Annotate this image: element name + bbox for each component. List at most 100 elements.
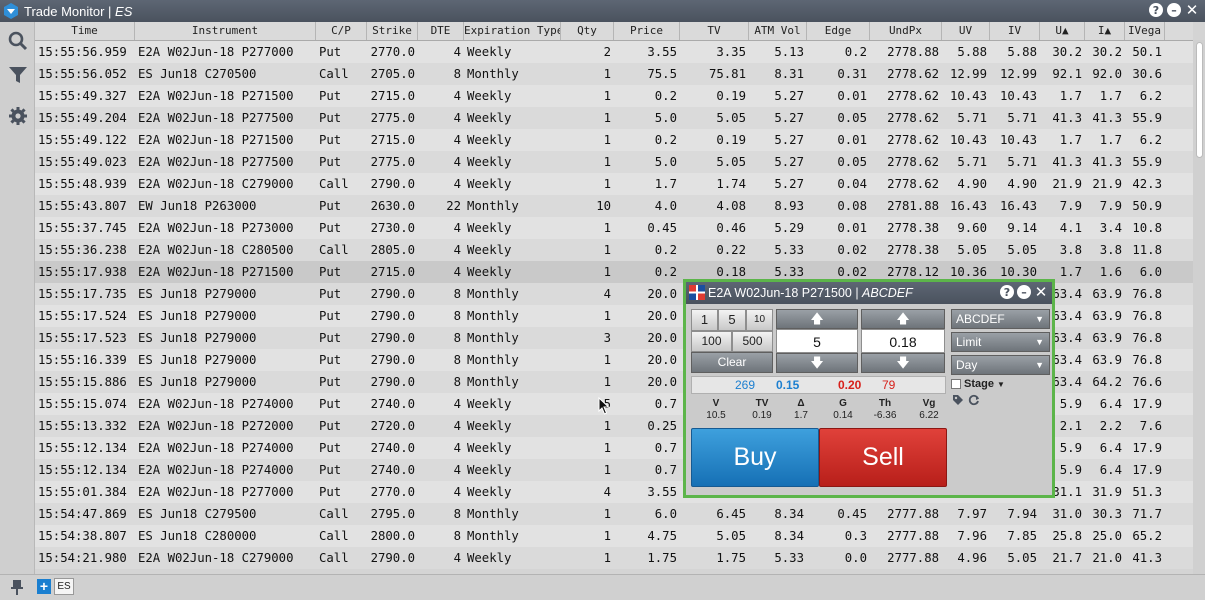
cell-price: 0.25 xyxy=(647,419,677,433)
column-header-u-up[interactable]: U▲ xyxy=(1040,22,1085,40)
tab-es[interactable]: ES xyxy=(54,578,74,595)
cell-uv: 5.05 xyxy=(957,243,987,257)
cell-qty: 1 xyxy=(603,89,611,103)
table-row[interactable]: 15:55:49.122 E2A W02Jun-18 P271500 Put 2715… xyxy=(35,129,1193,151)
table-row[interactable]: 15:54:21.980 E2A W02Jun-18 C279000 Call 279… xyxy=(35,547,1193,569)
add-tab-button[interactable]: + xyxy=(37,579,51,594)
ticket-help-button[interactable]: ? xyxy=(1000,285,1014,299)
cell-time: 15:55:01.384 xyxy=(38,485,127,499)
table-row[interactable]: 15:54:38.807 ES Jun18 C280000 Call 2800.0 8 M… xyxy=(35,525,1193,547)
table-row[interactable]: 15:55:56.959 E2A W02Jun-18 P277000 Put 2770… xyxy=(35,41,1193,63)
cell-uv: 16.43 xyxy=(949,199,987,213)
column-header-cp[interactable]: C/P xyxy=(316,22,367,40)
filter-icon[interactable] xyxy=(8,65,28,85)
quantity-field[interactable]: 5 xyxy=(776,329,858,353)
cell-exp-type: Monthly xyxy=(467,309,519,323)
cell-dte: 4 xyxy=(453,485,461,499)
qty-down-button[interactable]: 🡇 xyxy=(776,353,858,373)
minimize-button[interactable]: – xyxy=(1167,3,1181,17)
cell-exp-type: Weekly xyxy=(467,419,512,433)
column-header-dte[interactable]: DTE xyxy=(418,22,464,40)
cell-edge: 0.01 xyxy=(837,221,867,235)
cell-i-up: 6.4 xyxy=(1099,441,1122,455)
price-down-button[interactable]: 🡇 xyxy=(861,353,945,373)
column-header-uv[interactable]: UV xyxy=(942,22,990,40)
cell-qty: 1 xyxy=(603,309,611,323)
column-header-qty[interactable]: Qty xyxy=(561,22,614,40)
qty-10-button[interactable]: 10 xyxy=(746,309,773,331)
cell-price: 5.0 xyxy=(654,111,677,125)
column-header-instrument[interactable]: Instrument xyxy=(135,22,316,40)
close-button[interactable]: ✕ xyxy=(1185,2,1199,17)
buy-button[interactable]: Buy xyxy=(691,428,819,487)
price-field[interactable]: 0.18 xyxy=(861,329,945,353)
cell-time: 15:55:15.074 xyxy=(38,397,127,411)
cell-i-up: 6.4 xyxy=(1099,463,1122,477)
bid-price[interactable]: 0.15 xyxy=(776,377,799,393)
cell-dte: 8 xyxy=(453,309,461,323)
cell-tv: 4.08 xyxy=(716,199,746,213)
ask-price[interactable]: 0.20 xyxy=(838,377,861,393)
column-header-i-up[interactable]: I▲ xyxy=(1085,22,1125,40)
pin-icon[interactable] xyxy=(10,579,24,595)
column-header-time[interactable]: Time xyxy=(35,22,135,40)
cell-price: 0.2 xyxy=(654,133,677,147)
sell-button[interactable]: Sell xyxy=(819,428,947,487)
help-button[interactable]: ? xyxy=(1149,3,1163,17)
qty-5-button[interactable]: 5 xyxy=(718,309,746,331)
qty-500-button[interactable]: 500 xyxy=(732,331,773,352)
cell-exp-type: Monthly xyxy=(467,507,519,521)
table-row[interactable]: 15:55:49.327 E2A W02Jun-18 P271500 Put 2715… xyxy=(35,85,1193,107)
column-header-und-px[interactable]: UndPx xyxy=(870,22,942,40)
cell-cp: Put xyxy=(319,155,342,169)
cell-tv: 5.05 xyxy=(716,155,746,169)
column-header-price[interactable]: Price xyxy=(614,22,680,40)
cell-dte: 4 xyxy=(453,89,461,103)
stage-checkbox-box[interactable] xyxy=(951,379,961,390)
cell-und-px: 2778.62 xyxy=(887,155,939,169)
column-header-ivega[interactable]: IVega xyxy=(1125,22,1165,40)
cell-tv: 0.19 xyxy=(716,133,746,147)
time-in-force-select[interactable]: Day ▼ xyxy=(951,355,1050,375)
column-header-tv[interactable]: TV xyxy=(680,22,749,40)
column-header-edge[interactable]: Edge xyxy=(807,22,870,40)
cell-instrument: E2A W02Jun-18 P277500 xyxy=(138,111,294,125)
column-header-iv[interactable]: IV xyxy=(990,22,1040,40)
cell-strike: 2630.0 xyxy=(370,199,415,213)
scrollbar-thumb[interactable] xyxy=(1196,42,1203,158)
stage-checkbox[interactable]: Stage ▼ xyxy=(951,378,1005,390)
chevron-down-icon: ▼ xyxy=(1035,314,1044,324)
table-row[interactable]: 15:55:49.204 E2A W02Jun-18 P277500 Put 2775… xyxy=(35,107,1193,129)
tag-icon[interactable] xyxy=(952,394,964,406)
qty-1-button[interactable]: 1 xyxy=(691,309,718,331)
cell-u-up: 3.8 xyxy=(1059,243,1082,257)
cell-price: 1.7 xyxy=(654,177,677,191)
cell-cp: Put xyxy=(319,353,342,367)
cell-dte: 22 xyxy=(446,199,461,213)
ticket-minimize-button[interactable]: – xyxy=(1017,285,1031,299)
column-header-exp-type[interactable]: Expiration Type xyxy=(464,22,561,40)
clear-button[interactable]: Clear xyxy=(691,352,773,373)
table-row[interactable]: 15:55:37.745 E2A W02Jun-18 P273000 Put 2730… xyxy=(35,217,1193,239)
settings-gear-icon[interactable] xyxy=(8,106,28,126)
grid-header: Time Instrument C/P Strike DTE Expiration Typ… xyxy=(35,22,1193,41)
table-row[interactable]: 15:55:43.807 EW Jun18 P263000 Put 2630.0 22 M… xyxy=(35,195,1193,217)
cell-qty: 1 xyxy=(603,441,611,455)
qty-up-button[interactable]: 🡅 xyxy=(776,309,858,329)
refresh-icon[interactable] xyxy=(968,394,980,406)
search-icon[interactable] xyxy=(8,31,28,51)
table-row[interactable]: 15:55:56.052 ES Jun18 C270500 Call 2705.0 8 M… xyxy=(35,63,1193,85)
account-select[interactable]: ABCDEF ▼ xyxy=(951,309,1050,329)
cell-strike: 2790.0 xyxy=(370,551,415,565)
ticket-close-button[interactable]: ✕ xyxy=(1034,284,1048,299)
column-header-strike[interactable]: Strike xyxy=(367,22,418,40)
cell-time: 15:55:48.939 xyxy=(38,177,127,191)
order-type-select[interactable]: Limit ▼ xyxy=(951,332,1050,352)
table-row[interactable]: 15:55:36.238 E2A W02Jun-18 C280500 Call 280… xyxy=(35,239,1193,261)
column-header-atm-vol[interactable]: ATM Vol xyxy=(749,22,807,40)
price-up-button[interactable]: 🡅 xyxy=(861,309,945,329)
table-row[interactable]: 15:54:47.869 ES Jun18 C279500 Call 2795.0 8 M… xyxy=(35,503,1193,525)
table-row[interactable]: 15:55:49.023 E2A W02Jun-18 P277500 Put 2775… xyxy=(35,151,1193,173)
qty-100-button[interactable]: 100 xyxy=(691,331,732,352)
table-row[interactable]: 15:55:48.939 E2A W02Jun-18 C279000 Call 279… xyxy=(35,173,1193,195)
